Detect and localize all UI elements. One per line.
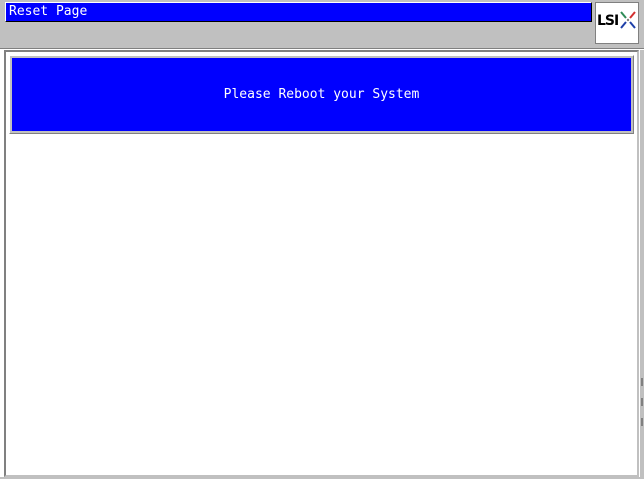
right-edge [640,50,644,479]
page-title: Reset Page [9,4,88,19]
message-panel: Please Reboot your System [12,58,631,131]
right-edge-tick [641,418,643,426]
content-frame: Please Reboot your System [4,50,639,477]
logo-text: LSI [597,13,619,29]
right-edge-tick [641,378,643,386]
title-bar: Reset Page [5,2,592,22]
header-bar: Reset Page LSI [0,0,644,49]
lsi-logo-icon [620,11,636,29]
right-edge-tick [641,398,643,406]
lsi-logo: LSI [595,2,639,44]
reset-page-screen: Reset Page LSI Please Reboot your System [0,0,644,479]
message-panel-frame: Please Reboot your System [9,55,634,134]
reboot-message: Please Reboot your System [223,87,420,102]
